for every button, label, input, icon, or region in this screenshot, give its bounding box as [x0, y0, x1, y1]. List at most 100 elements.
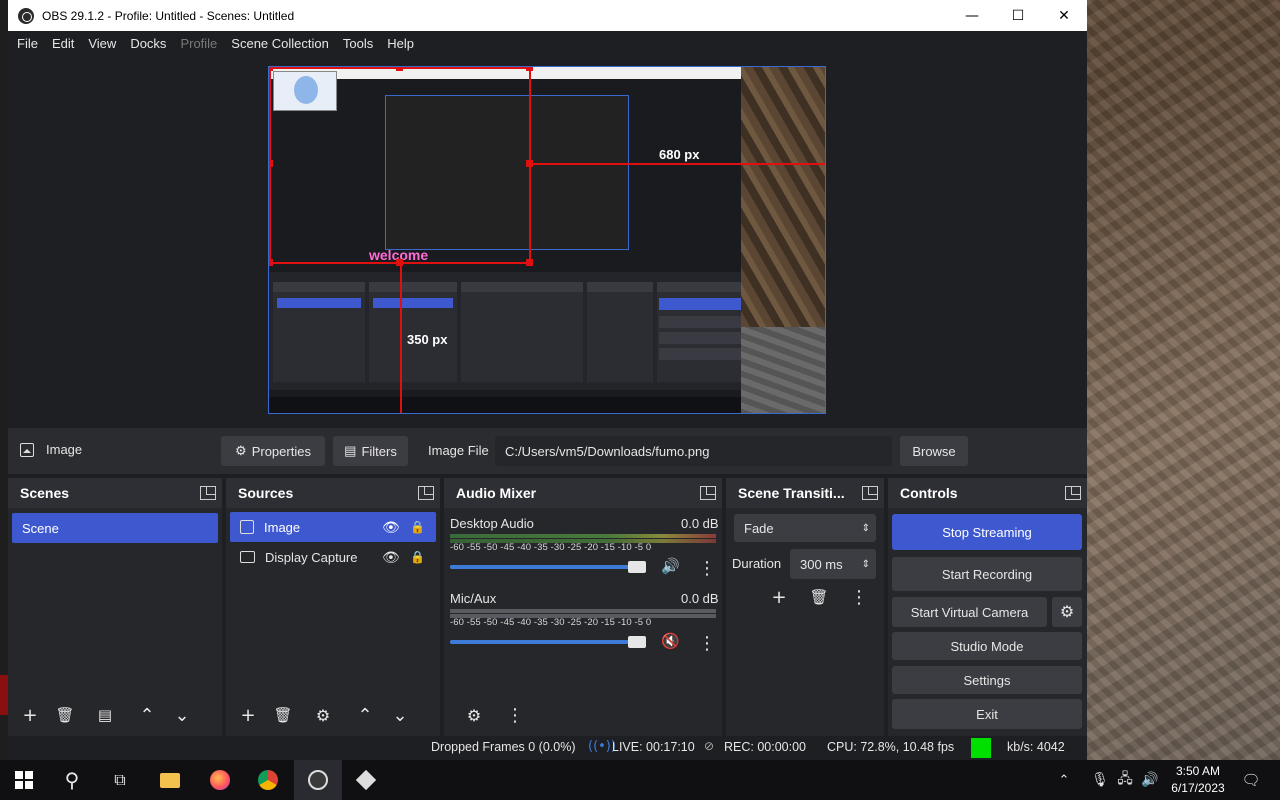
audio-mixer-title: Audio Mixer [456, 485, 537, 501]
advanced-audio-gear-icon[interactable]: ⚙ [460, 702, 488, 728]
virtual-camera-gear-icon[interactable]: ⚙ [1052, 597, 1082, 627]
fumo-image [273, 71, 337, 111]
filter-icon: ▤ [344, 443, 357, 458]
visibility-eye-icon[interactable]: 👁 [382, 519, 400, 536]
preview-canvas[interactable]: welcome 680 px 350 px [268, 66, 826, 414]
notifications-icon[interactable]: 🗨 [1236, 760, 1266, 800]
speaker-icon[interactable]: 🔊 [661, 557, 680, 575]
channel-level: 0.0 dB [681, 591, 719, 606]
image-icon [20, 443, 34, 457]
visibility-eye-icon[interactable]: 👁 [382, 549, 400, 566]
package-icon[interactable] [342, 760, 390, 800]
move-source-down-button[interactable]: ⌄ [386, 702, 414, 728]
channel-menu-dots-icon[interactable]: ⋮ [693, 630, 721, 656]
resize-handle[interactable] [396, 259, 403, 266]
bitrate: kb/s: 4042 [1007, 740, 1065, 754]
undock-icon[interactable] [1065, 486, 1081, 500]
maximize-button[interactable]: ☐ [995, 0, 1041, 31]
menu-scene-collection[interactable]: Scene Collection [224, 36, 336, 51]
menu-help[interactable]: Help [380, 36, 421, 51]
lock-icon[interactable]: 🔒 [410, 520, 425, 534]
close-button[interactable]: ✕ [1041, 0, 1087, 31]
network-icon[interactable]: 🖧 [1115, 760, 1135, 800]
volume-meter [450, 609, 716, 618]
volume-slider[interactable] [450, 636, 646, 648]
move-source-up-button[interactable]: ⌃ [351, 702, 379, 728]
undock-icon[interactable] [200, 486, 216, 500]
image-icon [240, 520, 254, 534]
sources-dock: Sources Image 👁 🔒 Display Capture 👁 🔒 + … [226, 478, 440, 736]
resize-handle[interactable] [526, 67, 533, 71]
transition-select[interactable]: Fade ⇕ [734, 514, 876, 542]
filters-button[interactable]: ▤ Filters [333, 436, 408, 466]
undock-icon[interactable] [700, 486, 716, 500]
menu-edit[interactable]: Edit [45, 36, 81, 51]
minimize-button[interactable]: — [949, 0, 995, 31]
resize-handle[interactable] [526, 259, 533, 266]
menu-docks[interactable]: Docks [123, 36, 173, 51]
desktop-edge-red [0, 675, 8, 715]
add-source-button[interactable]: + [234, 702, 262, 728]
exit-button[interactable]: Exit [892, 699, 1082, 729]
remove-transition-button[interactable]: 🗑 [805, 584, 833, 610]
source-properties-gear-icon[interactable]: ⚙ [309, 702, 337, 728]
add-transition-button[interactable]: + [765, 584, 793, 610]
scene-filters-button[interactable]: ▤ [91, 702, 119, 728]
volume-icon[interactable]: 🔊 [1140, 760, 1160, 800]
channel-menu-dots-icon[interactable]: ⋮ [693, 555, 721, 581]
source-item-image[interactable]: Image 👁 🔒 [230, 512, 436, 542]
transition-menu-dots-icon[interactable]: ⋮ [845, 584, 873, 610]
clock-time[interactable]: 3:50 AM [1160, 764, 1236, 778]
move-scene-up-button[interactable]: ⌃ [133, 702, 161, 728]
resize-handle[interactable] [526, 160, 533, 167]
remove-scene-button[interactable]: 🗑 [51, 702, 79, 728]
browse-button[interactable]: Browse [900, 436, 968, 466]
windows-start-icon[interactable] [0, 760, 48, 800]
start-virtual-camera-button[interactable]: Start Virtual Camera [892, 597, 1047, 627]
recording-off-icon: ⊘ [704, 739, 715, 753]
search-icon[interactable]: ⚲ [48, 760, 96, 800]
channel-level: 0.0 dB [681, 516, 719, 531]
file-explorer-icon[interactable] [146, 760, 194, 800]
microphone-icon[interactable]: 🎙 [1090, 760, 1110, 800]
mixer-menu-dots-icon[interactable]: ⋮ [501, 702, 529, 728]
duration-spinbox[interactable]: 300 ms ⇕ [790, 549, 876, 579]
muted-speaker-icon[interactable]: 🔇 [661, 632, 680, 650]
task-view-icon[interactable]: ⧉ [96, 760, 144, 800]
cpu-usage: CPU: 72.8%, 10.48 fps [827, 740, 955, 754]
clock-date[interactable]: 6/17/2023 [1160, 781, 1236, 795]
menu-tools[interactable]: Tools [336, 36, 380, 51]
start-recording-button[interactable]: Start Recording [892, 557, 1082, 591]
move-scene-down-button[interactable]: ⌄ [168, 702, 196, 728]
resize-handle[interactable] [269, 67, 273, 71]
settings-button[interactable]: Settings [892, 666, 1082, 694]
source-item-display-capture[interactable]: Display Capture 👁 🔒 [230, 542, 436, 572]
resize-handle[interactable] [269, 160, 273, 167]
undock-icon[interactable] [862, 486, 878, 500]
connection-health-indicator [971, 738, 991, 758]
stop-streaming-button[interactable]: Stop Streaming [892, 514, 1082, 550]
firefox-icon[interactable] [196, 760, 244, 800]
undock-icon[interactable] [418, 486, 434, 500]
volume-slider[interactable] [450, 561, 646, 573]
meter-scale: -60 -55 -50 -45 -40 -35 -30 -25 -20 -15 … [450, 617, 652, 628]
obs-taskbar-icon[interactable] [294, 760, 342, 800]
chevron-up-icon[interactable]: ⌃ [1054, 760, 1074, 800]
menu-view[interactable]: View [81, 36, 123, 51]
live-time: LIVE: 00:17:10 [612, 740, 695, 754]
rec-time: REC: 00:00:00 [724, 740, 806, 754]
studio-mode-button[interactable]: Studio Mode [892, 632, 1082, 660]
resize-handle[interactable] [396, 67, 403, 71]
chrome-icon[interactable] [244, 760, 292, 800]
spin-arrows-icon[interactable]: ⇕ [862, 559, 870, 570]
remove-source-button[interactable]: 🗑 [269, 702, 297, 728]
lock-icon[interactable]: 🔒 [410, 550, 425, 564]
scene-item[interactable]: Scene [12, 513, 218, 543]
image-file-path-field[interactable]: C:/Users/vm5/Downloads/fumo.png [495, 436, 892, 466]
resize-handle[interactable] [269, 259, 273, 266]
menu-file[interactable]: File [10, 36, 45, 51]
window-title: OBS 29.1.2 - Profile: Untitled - Scenes:… [42, 8, 295, 23]
properties-button[interactable]: ⚙ Properties [221, 436, 325, 466]
menu-profile[interactable]: Profile [173, 36, 224, 51]
add-scene-button[interactable]: + [16, 702, 44, 728]
